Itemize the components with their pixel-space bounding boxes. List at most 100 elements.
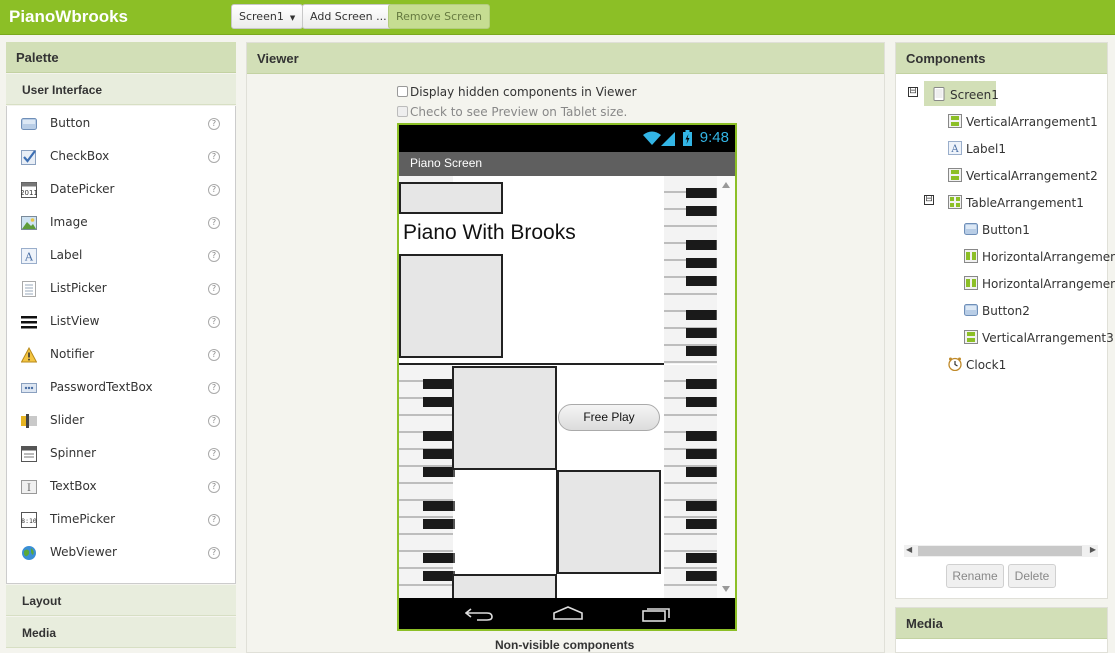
help-icon[interactable]: ? (208, 382, 220, 394)
timepicker-icon: 8:10 (21, 512, 37, 528)
piano-image-right-bottom[interactable] (664, 365, 718, 598)
home-icon[interactable] (553, 606, 583, 620)
rename-button[interactable]: Rename (946, 564, 1004, 588)
table-arrangement-icon (948, 195, 962, 209)
palette-item-webviewer[interactable]: WebViewer ? (7, 537, 235, 570)
help-icon[interactable]: ? (208, 448, 220, 460)
piano-image-left-bottom[interactable] (399, 365, 455, 598)
help-icon[interactable]: ? (208, 184, 220, 196)
palette-item-button[interactable]: Button ? (7, 108, 235, 141)
palette-list: Button ? CheckBox ? 2011 DatePicker ? Im… (6, 106, 236, 584)
back-icon[interactable] (465, 607, 493, 621)
add-screen-button[interactable]: Add Screen ... (302, 4, 395, 29)
help-icon[interactable]: ? (208, 349, 220, 361)
screen-select-dropdown[interactable]: Screen1 ▼ (231, 4, 304, 29)
palette-item-textbox[interactable]: I TextBox ? (7, 471, 235, 504)
help-icon[interactable]: ? (208, 415, 220, 427)
palette-item-timepicker[interactable]: 8:10 TimePicker ? (7, 504, 235, 537)
help-icon[interactable]: ? (208, 250, 220, 262)
palette-item-notifier[interactable]: Notifier ? (7, 339, 235, 372)
tree-item-label: HorizontalArrangement2 (982, 277, 1115, 291)
label-piano-with-brooks[interactable]: Piano With Brooks (403, 221, 576, 245)
palette-item-listview[interactable]: ListView ? (7, 306, 235, 339)
piano-image-strip (399, 176, 453, 182)
svg-text:2011: 2011 (21, 189, 37, 197)
top-bar: PianoWbrooks Screen1 ▼ Add Screen ... Rem… (0, 0, 1115, 35)
scroll-right-icon[interactable]: ▶ (1090, 545, 1096, 554)
tablet-preview-checkbox[interactable] (397, 106, 408, 117)
palette-item-label: WebViewer (50, 545, 117, 559)
recent-apps-icon[interactable] (642, 606, 670, 622)
display-hidden-option[interactable]: Display hidden components in Viewer (397, 85, 637, 99)
tree-item-label: Screen1 (950, 88, 999, 102)
free-play-button[interactable]: Free Play (558, 404, 660, 431)
palette-item-label: TimePicker (50, 512, 116, 526)
svg-text:8:10: 8:10 (21, 517, 37, 525)
palette-item-label: PasswordTextBox (50, 380, 153, 394)
palette-item-passwordtextbox[interactable]: PasswordTextBox ? (7, 372, 235, 405)
tablet-preview-option[interactable]: Check to see Preview on Tablet size. (397, 105, 627, 119)
svg-text:A: A (950, 144, 959, 155)
vertical-arrangement-icon (948, 168, 962, 182)
scroll-down-icon[interactable] (722, 586, 730, 592)
help-icon[interactable]: ? (208, 514, 220, 526)
screen-icon (933, 87, 945, 101)
horizontal-arrangement-2[interactable] (557, 470, 661, 574)
horizontal-arrangement-1[interactable] (452, 366, 557, 470)
display-hidden-checkbox[interactable] (397, 86, 408, 97)
svg-text:A: A (24, 251, 34, 264)
battery-icon (683, 130, 692, 146)
collapse-tablearrangement1-icon[interactable]: ⊟ (924, 195, 934, 205)
tree-item-label: VerticalArrangement1 (966, 115, 1098, 129)
components-hscrollbar[interactable]: ◀ ▶ (904, 545, 1098, 557)
palette-item-spinner[interactable]: Spinner ? (7, 438, 235, 471)
vertical-arrangement-2[interactable] (399, 254, 503, 358)
clock-icon (948, 357, 962, 371)
scroll-left-icon[interactable]: ◀ (906, 545, 912, 554)
tree-item-label: VerticalArrangement3 (982, 331, 1114, 345)
screen-scrollbar[interactable] (717, 176, 735, 598)
palette-item-listpicker[interactable]: ListPicker ? (7, 273, 235, 306)
palette-item-label: Image (50, 215, 88, 229)
screen-title-bar: Piano Screen (399, 152, 735, 176)
palette-item-datepicker[interactable]: 2011 DatePicker ? (7, 174, 235, 207)
scroll-up-icon[interactable] (722, 182, 730, 188)
palette-item-label[interactable]: A Label ? (7, 240, 235, 273)
delete-button[interactable]: Delete (1008, 564, 1056, 588)
piano-image-right-top[interactable] (664, 176, 718, 364)
palette-item-slider[interactable]: Slider ? (7, 405, 235, 438)
help-icon[interactable]: ? (208, 118, 220, 130)
vertical-arrangement-3[interactable] (452, 574, 557, 598)
image-icon (21, 216, 37, 230)
slider-icon (21, 414, 37, 428)
horizontal-arrangement-icon (964, 249, 978, 263)
palette-item-image[interactable]: Image ? (7, 207, 235, 240)
category-user-interface[interactable]: User Interface (6, 74, 236, 105)
help-icon[interactable]: ? (208, 283, 220, 295)
help-icon[interactable]: ? (208, 316, 220, 328)
scroll-thumb[interactable] (918, 546, 1082, 556)
palette-item-label: Button (50, 116, 91, 130)
category-media[interactable]: Media (6, 617, 236, 648)
vertical-arrangement-1[interactable] (399, 182, 503, 214)
non-visible-components-label: Non-visible components (495, 638, 635, 652)
dropdown-caret-icon: ▼ (289, 14, 296, 22)
help-icon[interactable]: ? (208, 151, 220, 163)
media-panel: Media (895, 607, 1108, 653)
help-icon[interactable]: ? (208, 547, 220, 559)
media-title: Media (896, 608, 1107, 639)
tree-item-label: Button1 (982, 223, 1030, 237)
display-hidden-label: Display hidden components in Viewer (410, 85, 637, 99)
palette-item-checkbox[interactable]: CheckBox ? (7, 141, 235, 174)
tree-item-label: HorizontalArrangement1 (982, 250, 1115, 264)
components-title: Components (896, 43, 1107, 74)
textbox-icon: I (21, 480, 37, 494)
category-layout[interactable]: Layout (6, 585, 236, 616)
help-icon[interactable]: ? (208, 217, 220, 229)
button-icon (21, 118, 37, 130)
tree-item-label: Label1 (966, 142, 1007, 156)
remove-screen-button[interactable]: Remove Screen (388, 4, 490, 29)
palette-item-label: Label (50, 248, 83, 262)
help-icon[interactable]: ? (208, 481, 220, 493)
collapse-screen1-icon[interactable]: ⊟ (908, 87, 918, 97)
